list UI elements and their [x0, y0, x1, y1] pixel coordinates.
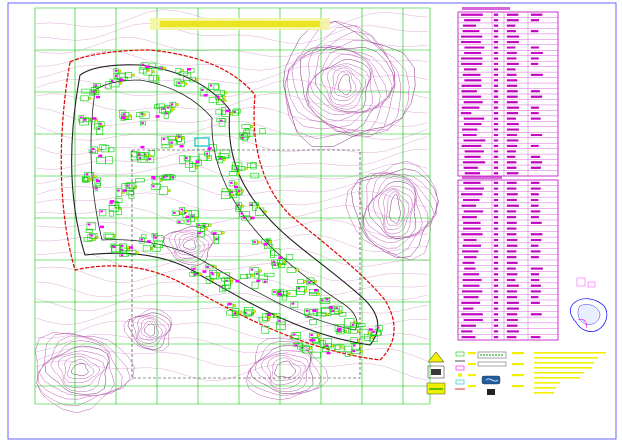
site-plan — [34, 7, 439, 414]
outer-frame — [7, 2, 617, 440]
table1-title-strip — [462, 7, 510, 10]
table2-title-strip — [462, 176, 502, 179]
data-table-1 — [457, 11, 559, 177]
legend — [426, 351, 606, 395]
data-table-2 — [457, 179, 559, 341]
building-footprints — [78, 62, 383, 359]
site-plan-sheet — [7, 2, 617, 440]
legend-swatch-icon — [477, 351, 507, 395]
location-map-icon — [570, 277, 608, 332]
site-title-banner — [150, 18, 330, 30]
legend-swatch-icon — [455, 351, 465, 390]
